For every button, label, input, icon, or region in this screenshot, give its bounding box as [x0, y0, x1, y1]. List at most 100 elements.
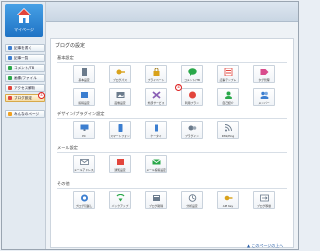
tile-article-template[interactable]: 記事テンプレ	[217, 65, 239, 83]
tile-members[interactable]: メンバー	[253, 88, 275, 106]
tile-label: ブログ削除	[149, 204, 163, 208]
tile-label: ブログパス	[113, 78, 127, 82]
plugin-icon	[188, 125, 197, 131]
tile-external-services[interactable]: 外部サービス	[145, 88, 167, 106]
tile-label: 投稿設定	[78, 101, 90, 105]
notify-icon	[117, 159, 124, 165]
tile-comment-tb[interactable]: コメント/TB	[181, 65, 203, 83]
image-icon	[8, 76, 12, 80]
tile-label: コメント/TB	[184, 78, 200, 82]
tile-self-introduction[interactable]: 自己紹介	[217, 88, 239, 106]
sidebar-item-files[interactable]: 画像/ファイル	[5, 74, 45, 82]
sidebar: マイページ 記事を書く 記事一覧 コメント/TB 画像/ファイル アクセス解析 …	[2, 2, 46, 249]
divider	[57, 188, 287, 189]
tile-blog-migration[interactable]: ブログ引越し	[73, 191, 95, 209]
tile-blog-delete[interactable]: ブログ削除	[145, 191, 167, 209]
top-bar	[2, 2, 298, 22]
transfer-icon	[260, 194, 269, 202]
tile-usage-plan[interactable]: 利用プラン	[181, 88, 203, 106]
key-icon	[116, 69, 125, 75]
mypage-logo-button[interactable]: マイページ	[5, 4, 43, 37]
tile-blog-transfer[interactable]: ブログ移動	[253, 191, 275, 209]
members-icon	[260, 91, 269, 99]
document-icon	[82, 68, 87, 76]
tile-private[interactable]: プライベート	[145, 65, 167, 83]
tile-label: 画像設定	[114, 101, 126, 105]
analysis-icon	[188, 194, 197, 202]
logo-label: マイページ	[14, 27, 34, 32]
tile-backup[interactable]: バックアップ	[109, 191, 131, 209]
rss-icon	[224, 124, 232, 132]
tile-analysis-settings[interactable]: 分析設定	[181, 191, 203, 209]
tile-label: 自己紹介	[222, 101, 234, 105]
sidebar-item-comments[interactable]: コメント/TB	[5, 64, 45, 72]
sidebar-item-analytics[interactable]: アクセス解析	[5, 84, 45, 92]
tile-label: ブログ移動	[257, 204, 271, 208]
chart-icon	[8, 86, 12, 90]
puzzle-icon	[152, 91, 161, 99]
tag-icon	[260, 69, 269, 75]
sidebar-item-label: 画像/ファイル	[14, 75, 37, 80]
sidebar-item-label: ブログ設定	[14, 95, 32, 100]
tile-mail-address[interactable]: メールアドレス設定	[73, 155, 95, 173]
tile-label: バックアップ	[111, 204, 129, 208]
smile-icon	[8, 112, 12, 116]
picture-icon	[116, 92, 125, 98]
tile-label: 分析設定	[186, 204, 198, 208]
plan-icon	[189, 91, 196, 99]
tile-design-smartphone[interactable]: スマートフォン	[109, 121, 131, 139]
profile-icon	[225, 91, 232, 99]
wrench-icon	[8, 96, 12, 100]
tile-label: API Key	[222, 204, 234, 208]
divider	[57, 152, 287, 153]
tile-basic-settings[interactable]: 基本設定	[73, 65, 95, 83]
section-title-mail: メール設定	[57, 145, 78, 150]
sidebar-item-articles[interactable]: 記事一覧	[5, 54, 45, 62]
tile-tag-management[interactable]: タグ管理	[253, 65, 275, 83]
blog-settings-panel: ブログの設定 基本設定 基本設定 ブログパス プライベート コメント/TB 記事…	[50, 38, 294, 248]
backup-icon	[116, 194, 125, 202]
post-icon	[81, 92, 88, 98]
tile-label: RSS/Ping	[221, 134, 235, 138]
tile-post-settings[interactable]: 投稿設定	[73, 88, 95, 106]
tile-label: 外部サービス	[147, 101, 165, 105]
lock-icon	[153, 68, 160, 76]
back-to-top-link[interactable]: ▲ このページの上へ	[247, 243, 283, 249]
monitor-icon	[80, 124, 89, 131]
template-icon	[224, 68, 233, 76]
tile-label: メンバー	[258, 101, 270, 105]
tile-plugins[interactable]: プラグイン	[181, 121, 203, 139]
sidebar-item-label: コメント/TB	[14, 65, 35, 70]
sidebar-item-community[interactable]: みんなのページ	[5, 110, 45, 118]
tile-api-key[interactable]: API Key	[217, 191, 239, 209]
tile-blog-path[interactable]: ブログパス	[109, 65, 131, 83]
tile-design-mobile[interactable]: ケータイ	[145, 121, 167, 139]
divider	[57, 118, 287, 119]
tile-design-pc[interactable]: PC	[73, 121, 95, 139]
comment-icon	[188, 68, 197, 76]
tile-label: ケータイ	[150, 134, 162, 138]
tile-label: メールアドレス設定	[74, 168, 94, 172]
tile-label: PC	[82, 134, 86, 138]
api-key-icon	[224, 195, 233, 201]
tile-image-settings[interactable]: 画像設定	[109, 88, 131, 106]
window-frame: マイページ 記事を書く 記事一覧 コメント/TB 画像/ファイル アクセス解析 …	[1, 1, 299, 250]
house-icon	[17, 8, 31, 23]
section-title-basic: 基本設定	[57, 55, 74, 60]
step-marker-2: ②	[175, 84, 182, 91]
tile-rss-ping[interactable]: RSS/Ping	[217, 121, 239, 139]
tile-label: ブログ引越し	[75, 204, 93, 208]
mobile-icon	[155, 124, 158, 132]
divider	[57, 62, 287, 63]
step-marker-1: ①	[38, 92, 45, 99]
tile-label: スマートフォン	[110, 134, 130, 138]
tile-label: 記事テンプレ	[219, 78, 237, 82]
mail-icon	[80, 159, 89, 165]
list-icon	[8, 56, 12, 60]
tile-label: プライベート	[147, 78, 165, 82]
sidebar-item-write[interactable]: 記事を書く	[5, 44, 45, 52]
tile-notification[interactable]: 通知設定	[109, 155, 131, 173]
sidebar-item-label: 記事を書く	[14, 45, 32, 50]
tile-mail-post[interactable]: メール投稿設定	[145, 155, 167, 173]
smartphone-icon	[118, 124, 123, 132]
